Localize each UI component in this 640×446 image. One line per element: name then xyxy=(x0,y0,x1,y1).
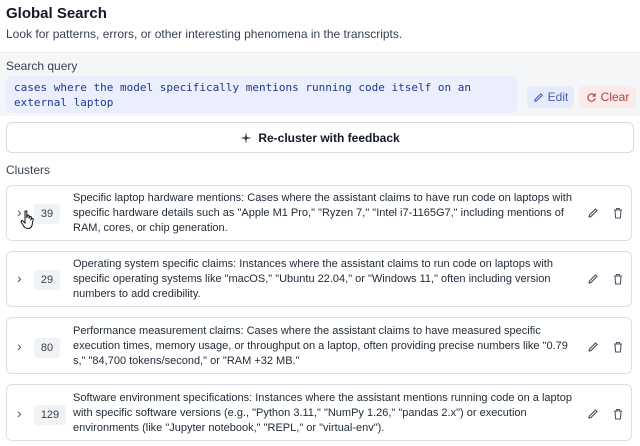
cluster-count: 80 xyxy=(34,338,60,358)
page-subtitle: Look for patterns, errors, or other inte… xyxy=(6,27,403,41)
recluster-button[interactable]: Re-cluster with feedback xyxy=(6,122,634,153)
trash-icon[interactable] xyxy=(612,341,624,353)
trash-icon[interactable] xyxy=(612,273,624,285)
cluster-description: Software environment specifications: Ins… xyxy=(73,392,572,434)
pencil-icon xyxy=(533,92,543,102)
search-query-field[interactable]: cases where the model specifically menti… xyxy=(6,76,518,113)
cluster-card[interactable]: › 129 Software environment specification… xyxy=(6,384,632,441)
hand-cursor-icon xyxy=(20,210,34,230)
edit-button[interactable]: Edit xyxy=(527,86,574,108)
trash-icon[interactable] xyxy=(612,408,624,420)
chevron-right-icon[interactable]: › xyxy=(17,405,22,421)
search-query-label: Search query xyxy=(6,59,78,73)
recluster-button-label: Re-cluster with feedback xyxy=(258,130,400,145)
clear-button[interactable]: Clear xyxy=(579,86,636,108)
page-title: Global Search xyxy=(6,5,107,22)
chevron-right-icon[interactable]: › xyxy=(17,338,22,354)
edit-button-label: Edit xyxy=(547,90,569,104)
cluster-description: Operating system specific claims: Instan… xyxy=(73,258,553,300)
clear-button-label: Clear xyxy=(600,90,630,104)
cluster-description: Specific laptop hardware mentions: Cases… xyxy=(73,192,572,234)
pencil-icon[interactable] xyxy=(587,207,599,219)
sparkle-icon xyxy=(240,132,252,143)
pencil-icon[interactable] xyxy=(587,408,599,420)
cluster-description: Performance measurement claims: Cases wh… xyxy=(73,325,568,367)
cluster-card[interactable]: › 39 Specific laptop hardware mentions: … xyxy=(6,185,632,241)
search-query-panel: Search query cases where the model speci… xyxy=(0,52,640,116)
cluster-card[interactable]: › 80 Performance measurement claims: Cas… xyxy=(6,317,632,374)
clusters-label: Clusters xyxy=(6,163,51,177)
refresh-icon xyxy=(587,92,596,102)
cluster-count: 129 xyxy=(34,405,66,425)
cluster-card[interactable]: › 29 Operating system specific claims: I… xyxy=(6,251,632,307)
pencil-icon[interactable] xyxy=(587,273,599,285)
cluster-count: 39 xyxy=(34,204,60,224)
cluster-count: 29 xyxy=(34,270,60,290)
chevron-right-icon[interactable]: › xyxy=(17,270,22,286)
trash-icon[interactable] xyxy=(612,207,624,219)
pencil-icon[interactable] xyxy=(587,341,599,353)
